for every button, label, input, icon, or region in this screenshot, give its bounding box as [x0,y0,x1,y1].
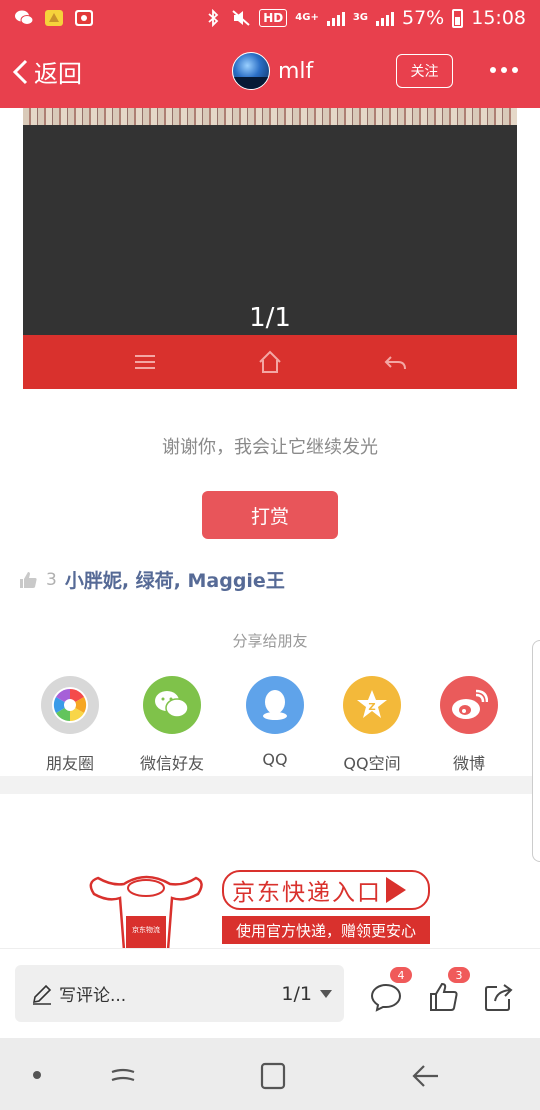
wechat-icon[interactable] [143,676,201,734]
top-header: 返回 mlf 关注 [0,36,540,108]
author-info[interactable]: mlf [232,52,313,90]
play-arrow-icon [386,877,406,903]
share-button[interactable] [483,981,515,1013]
wechat-icon [15,10,34,25]
app-root: HD 4G+ 3G 57% 15:08 返回 mlf 关注 1/1 谢谢你，我会… [0,0,540,1110]
section-divider [0,776,540,794]
return-icon[interactable] [382,349,408,375]
status-bar: HD 4G+ 3G 57% 15:08 [0,0,540,36]
weibo-icon[interactable] [440,676,498,734]
share-label: 微博 [452,754,485,773]
nav-dot-icon[interactable] [33,1071,41,1079]
hd-badge: HD [259,9,288,27]
thumbs-up-icon[interactable] [18,570,38,590]
share-label: 微信好友 [139,754,204,773]
liker-names[interactable]: 小胖妮, 绿荷, Maggie王 [65,566,285,593]
svg-text:Z: Z [368,702,375,713]
status-notifications [14,9,94,27]
back-arrow-icon[interactable] [410,1062,440,1090]
comment-count-badge: 4 [390,967,412,983]
share-qzone[interactable]: Z QQ空间 [322,676,422,774]
share-label: 朋友圈 [45,754,94,773]
more-options-icon[interactable] [490,67,518,73]
signal-icon-2 [376,10,394,26]
share-moments[interactable]: 朋友圈 [20,676,120,774]
comment-bar: 写评论... 1/1 4 3 [0,948,540,1038]
battery-icon [452,8,464,28]
qq-icon[interactable] [246,676,304,734]
recents-icon[interactable] [108,1062,138,1090]
home-icon[interactable] [257,349,283,375]
bluetooth-icon [208,9,219,27]
page-number: 1/1 [281,982,312,1005]
notification-app-icon [45,10,63,26]
status-system: HD 4G+ 3G 57% 15:08 [203,7,526,29]
chevron-left-icon [12,59,28,84]
share-weibo[interactable]: 微博 [419,676,519,774]
battery-percent: 57% [402,7,445,29]
ad-subline[interactable]: 使用官方快递，赠领更安心 [222,916,430,944]
photo-image-edge [23,108,517,125]
like-count-badge: 3 [448,967,470,983]
share-label: QQ空间 [343,754,401,773]
likes-row: 3 小胖妮, 绿荷, Maggie王 [18,566,285,593]
share-label: QQ [262,750,288,769]
share-qq[interactable]: QQ [225,676,325,769]
jd-logistics-mascot[interactable]: 京东物流 [84,864,208,950]
signal-icon [326,10,345,26]
avatar[interactable] [232,52,270,90]
ad-headline-box[interactable]: 京东快递入口 [222,870,430,910]
viewer-toolbar [23,335,517,389]
share-icon [485,984,513,1011]
network-type-4g: 4G+ [295,12,319,23]
page-selector[interactable]: 1/1 [281,983,332,1005]
thanks-message: 谢谢你，我会让它继续发光 [162,437,378,458]
back-label: 返回 [34,60,82,88]
network-type-3g: 3G [352,12,368,23]
back-button[interactable]: 返回 [10,54,82,89]
edge-panel-handle[interactable] [532,640,540,862]
home-square-icon[interactable] [258,1062,288,1090]
menu-icon[interactable] [132,349,158,375]
comment-placeholder: 写评论... [59,986,127,1006]
music-app-icon [75,10,93,26]
moments-icon[interactable] [41,676,99,734]
like-count: 3 [46,569,57,590]
qzone-icon[interactable]: Z [343,676,401,734]
comment-input[interactable]: 写评论... 1/1 [15,965,344,1022]
caret-down-icon [320,989,332,998]
page-indicator: 1/1 [249,303,291,333]
share-wechat[interactable]: 微信好友 [122,676,222,774]
follow-button[interactable]: 关注 [396,54,453,88]
mute-icon [232,10,250,26]
author-name[interactable]: mlf [278,59,313,84]
share-title: 分享给朋友 [232,632,308,650]
reward-button[interactable]: 打赏 [202,491,338,539]
clock: 15:08 [471,7,526,29]
like-button[interactable]: 3 [428,967,470,1013]
system-nav-bar [0,1038,540,1110]
ad-headline: 京东快递入口 [232,880,382,906]
pencil-icon [32,984,52,1005]
ad-logo-text: 京东物流 [132,925,160,934]
thumbs-up-outline-icon [430,982,458,1011]
photo-viewer[interactable]: 1/1 [23,125,517,335]
comment-bubble-icon [370,983,402,1012]
comments-button[interactable]: 4 [370,967,412,1013]
